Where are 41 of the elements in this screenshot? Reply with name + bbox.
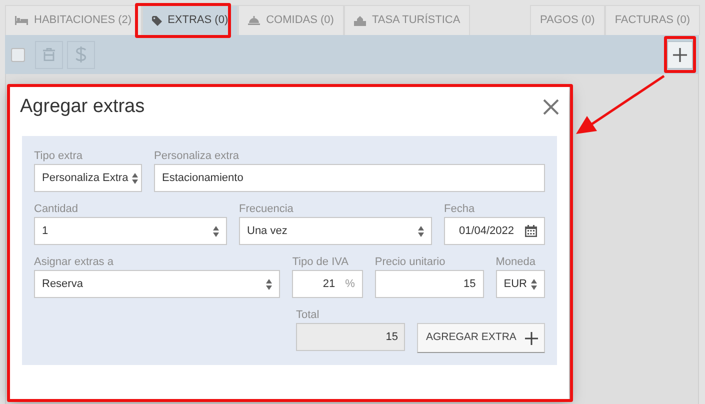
plus-icon — [673, 48, 687, 62]
input-field[interactable]: 01/04/2022 — [444, 217, 545, 245]
spinner-icon — [266, 278, 272, 290]
select-field[interactable]: Personaliza Extra — [34, 164, 142, 192]
highlight-frame — [664, 36, 696, 73]
input-field[interactable]: 21 % — [292, 270, 363, 298]
bed-icon — [15, 16, 28, 25]
add-button[interactable] — [667, 40, 693, 68]
field-label: Moneda — [496, 255, 537, 268]
field-label: Fecha — [444, 202, 476, 215]
field-label: Total — [296, 308, 320, 321]
select-field[interactable]: EUR — [496, 270, 545, 298]
field-label: Cantidad — [34, 202, 80, 215]
input-field[interactable]: 1 — [34, 217, 227, 245]
cloche-icon — [248, 16, 260, 25]
field-label: Tipo extra — [34, 149, 84, 162]
tab[interactable]: EXTRAS (0) — [142, 5, 238, 35]
percent-sign: % — [345, 276, 355, 292]
close-button[interactable] — [543, 99, 559, 115]
input-field[interactable]: 15 — [374, 270, 484, 298]
calendar-icon — [525, 225, 537, 237]
checkbox[interactable] — [11, 48, 25, 62]
field-label: Frecuencia — [239, 202, 294, 215]
trash-icon — [43, 48, 55, 61]
field-label: Tipo de IVA — [292, 255, 350, 268]
building-icon — [354, 16, 366, 26]
add-extra-button[interactable]: AGREGAR EXTRA — [417, 323, 545, 353]
field-label: Asignar extras a — [34, 255, 114, 268]
select-field[interactable]: Una vez — [239, 217, 432, 245]
field-label: Personaliza extra — [154, 149, 240, 162]
spinner-icon — [418, 226, 424, 236]
plus-icon — [525, 332, 538, 344]
spinner-icon — [531, 278, 537, 290]
tag-icon — [152, 16, 162, 26]
field-label: Precio unitario — [374, 255, 446, 268]
dialog-title: Agregar extras — [20, 95, 145, 119]
dollar-icon — [75, 46, 87, 63]
input-field[interactable]: Estacionamiento — [154, 164, 545, 192]
spinner-icon — [132, 172, 138, 184]
spinner-icon — [213, 226, 219, 236]
select-field[interactable]: Reserva — [34, 270, 280, 298]
